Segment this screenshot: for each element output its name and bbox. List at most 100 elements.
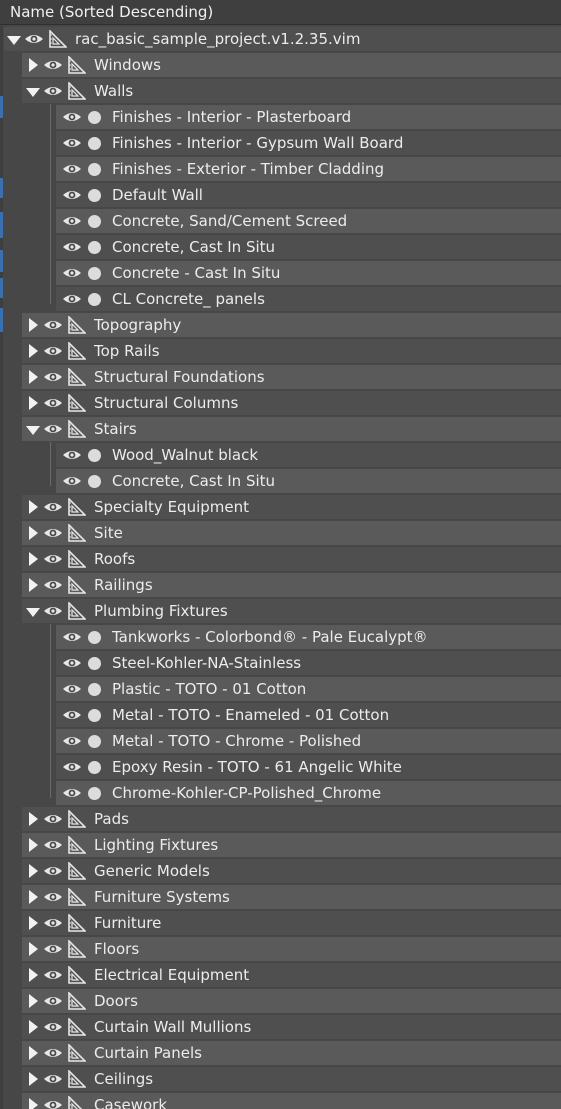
material-row[interactable]: Steel-Kohler-NA-Stainless [0, 650, 561, 676]
expand-right-icon[interactable] [25, 343, 41, 359]
expand-down-icon[interactable] [25, 83, 41, 99]
category-row[interactable]: Walls [0, 78, 561, 104]
name-column-header[interactable]: Name (Sorted Descending) [0, 0, 561, 25]
eye-icon[interactable] [62, 786, 82, 800]
expand-right-icon[interactable] [25, 499, 41, 515]
material-row[interactable]: Metal - TOTO - Chrome - Polished [0, 728, 561, 754]
eye-icon[interactable] [43, 578, 63, 592]
eye-icon[interactable] [43, 370, 63, 384]
eye-icon[interactable] [62, 656, 82, 670]
expand-right-icon[interactable] [25, 1097, 41, 1109]
eye-icon[interactable] [43, 1072, 63, 1086]
category-row[interactable]: Lighting Fixtures [0, 832, 561, 858]
expand-down-icon[interactable] [25, 421, 41, 437]
eye-icon[interactable] [43, 58, 63, 72]
material-row[interactable]: Chrome-Kohler-CP-Polished_Chrome [0, 780, 561, 806]
category-row[interactable]: Furniture Systems [0, 884, 561, 910]
expand-right-icon[interactable] [25, 1071, 41, 1087]
category-row[interactable]: Windows [0, 52, 561, 78]
eye-icon[interactable] [62, 734, 82, 748]
category-row[interactable]: Structural Foundations [0, 364, 561, 390]
eye-icon[interactable] [62, 760, 82, 774]
expand-right-icon[interactable] [25, 369, 41, 385]
material-row[interactable]: Plastic - TOTO - 01 Cotton [0, 676, 561, 702]
category-row[interactable]: Curtain Wall Mullions [0, 1014, 561, 1040]
eye-icon[interactable] [43, 890, 63, 904]
category-row[interactable]: Casework [0, 1092, 561, 1109]
eye-icon[interactable] [24, 32, 44, 46]
expand-right-icon[interactable] [25, 1019, 41, 1035]
expand-right-icon[interactable] [25, 317, 41, 333]
eye-icon[interactable] [43, 422, 63, 436]
category-row[interactable]: Topography [0, 312, 561, 338]
eye-icon[interactable] [43, 500, 63, 514]
eye-icon[interactable] [62, 266, 82, 280]
eye-icon[interactable] [62, 682, 82, 696]
material-row[interactable]: Finishes - Exterior - Timber Cladding [0, 156, 561, 182]
expand-right-icon[interactable] [25, 395, 41, 411]
material-row[interactable]: Tankworks - Colorbond® - Pale Eucalypt® [0, 624, 561, 650]
expand-right-icon[interactable] [25, 915, 41, 931]
category-row[interactable]: Floors [0, 936, 561, 962]
eye-icon[interactable] [62, 448, 82, 462]
expand-right-icon[interactable] [25, 551, 41, 567]
category-row[interactable]: Curtain Panels [0, 1040, 561, 1066]
material-row[interactable]: CL Concrete_ panels [0, 286, 561, 312]
eye-icon[interactable] [43, 318, 63, 332]
eye-icon[interactable] [62, 474, 82, 488]
eye-icon[interactable] [43, 838, 63, 852]
material-row[interactable]: Concrete, Cast In Situ [0, 234, 561, 260]
category-row[interactable]: Specialty Equipment [0, 494, 561, 520]
category-row[interactable]: Ceilings [0, 1066, 561, 1092]
material-row[interactable]: Concrete - Cast In Situ [0, 260, 561, 286]
eye-icon[interactable] [43, 526, 63, 540]
expand-right-icon[interactable] [25, 967, 41, 983]
eye-icon[interactable] [43, 1098, 63, 1109]
expand-right-icon[interactable] [25, 993, 41, 1009]
expand-down-icon[interactable] [25, 603, 41, 619]
category-row[interactable]: Stairs [0, 416, 561, 442]
material-row[interactable]: Finishes - Interior - Plasterboard [0, 104, 561, 130]
expand-right-icon[interactable] [25, 525, 41, 541]
eye-icon[interactable] [43, 916, 63, 930]
category-row[interactable]: Site [0, 520, 561, 546]
material-row[interactable]: Epoxy Resin - TOTO - 61 Angelic White [0, 754, 561, 780]
eye-icon[interactable] [43, 344, 63, 358]
category-row[interactable]: Top Rails [0, 338, 561, 364]
eye-icon[interactable] [43, 994, 63, 1008]
category-row[interactable]: Railings [0, 572, 561, 598]
eye-icon[interactable] [62, 136, 82, 150]
eye-icon[interactable] [62, 240, 82, 254]
material-row[interactable]: Wood_Walnut black [0, 442, 561, 468]
category-row[interactable]: Doors [0, 988, 561, 1014]
expand-right-icon[interactable] [25, 577, 41, 593]
eye-icon[interactable] [43, 1020, 63, 1034]
material-row[interactable]: Metal - TOTO - Enameled - 01 Cotton [0, 702, 561, 728]
expand-right-icon[interactable] [25, 1045, 41, 1061]
eye-icon[interactable] [43, 552, 63, 566]
eye-icon[interactable] [43, 812, 63, 826]
eye-icon[interactable] [62, 110, 82, 124]
category-row[interactable]: Generic Models [0, 858, 561, 884]
eye-icon[interactable] [43, 968, 63, 982]
eye-icon[interactable] [62, 630, 82, 644]
eye-icon[interactable] [43, 84, 63, 98]
eye-icon[interactable] [43, 864, 63, 878]
category-row[interactable]: Plumbing Fixtures [0, 598, 561, 624]
expand-down-icon[interactable] [6, 31, 22, 47]
eye-icon[interactable] [43, 604, 63, 618]
category-row[interactable]: Roofs [0, 546, 561, 572]
eye-icon[interactable] [62, 292, 82, 306]
material-row[interactable]: Finishes - Interior - Gypsum Wall Board [0, 130, 561, 156]
eye-icon[interactable] [43, 942, 63, 956]
material-row[interactable]: Default Wall [0, 182, 561, 208]
category-row[interactable]: Electrical Equipment [0, 962, 561, 988]
eye-icon[interactable] [62, 162, 82, 176]
expand-right-icon[interactable] [25, 57, 41, 73]
category-row[interactable]: Furniture [0, 910, 561, 936]
expand-right-icon[interactable] [25, 837, 41, 853]
eye-icon[interactable] [62, 214, 82, 228]
eye-icon[interactable] [43, 1046, 63, 1060]
material-row[interactable]: Concrete, Cast In Situ [0, 468, 561, 494]
category-row[interactable]: Pads [0, 806, 561, 832]
